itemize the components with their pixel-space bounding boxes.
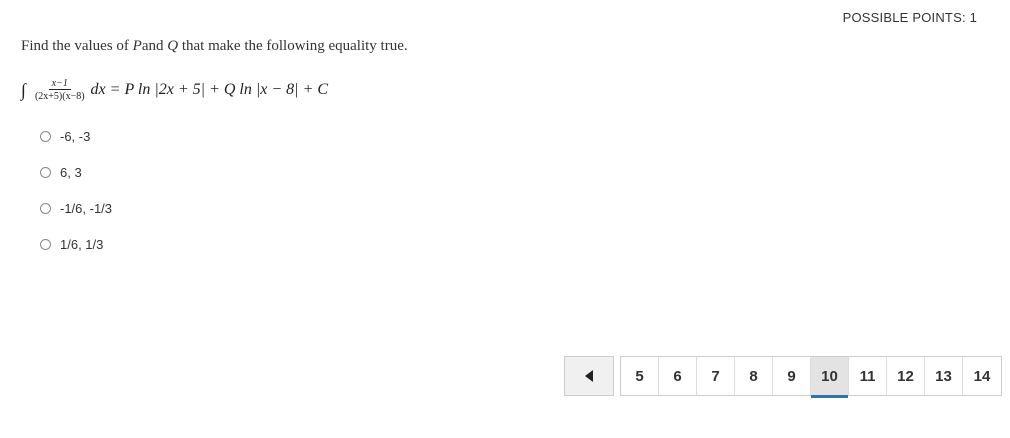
page-button[interactable]: 7 — [697, 357, 735, 395]
page-button-current[interactable]: 10 — [811, 357, 849, 398]
answer-option[interactable]: 1/6, 1/3 — [40, 234, 112, 254]
page-button[interactable]: 13 — [925, 357, 963, 395]
fraction-denominator: (2x+5)(x−8) — [34, 90, 85, 102]
answer-option[interactable]: -6, -3 — [40, 126, 112, 146]
page-button[interactable]: 5 — [621, 357, 659, 395]
question-mid: and — [141, 38, 168, 54]
answer-option[interactable]: -1/6, -1/3 — [40, 198, 112, 218]
page-list: 5 6 7 8 9 10 11 12 13 14 — [620, 356, 1002, 398]
answer-options: -6, -3 6, 3 -1/6, -1/3 1/6, 1/3 — [40, 126, 112, 270]
possible-points: POSSIBLE POINTS: 1 — [842, 10, 977, 25]
pagination: 5 6 7 8 9 10 11 12 13 14 — [564, 356, 1002, 398]
page-button[interactable]: 6 — [659, 357, 697, 395]
page-button[interactable]: 8 — [735, 357, 773, 395]
integral-sign: ∫ — [21, 79, 26, 100]
option-label: 6, 3 — [60, 164, 82, 180]
fraction: x−1 (2x+5)(x−8) — [34, 78, 86, 103]
radio-button[interactable] — [40, 238, 51, 250]
option-label: -1/6, -1/3 — [60, 200, 113, 216]
option-label: 1/6, 1/3 — [60, 236, 104, 252]
equation: ∫ x−1 (2x+5)(x−8) dx = P ln |2x + 5| + Q… — [21, 74, 328, 106]
radio-button[interactable] — [40, 130, 51, 142]
page-button[interactable]: 14 — [963, 357, 1001, 395]
page-button[interactable]: 11 — [849, 357, 887, 395]
answer-option[interactable]: 6, 3 — [40, 162, 112, 182]
question-text: Find the values of Pand Q that make the … — [21, 38, 408, 55]
equation-rhs: dx = P ln |2x + 5| + Q ln |x − 8| + C — [90, 81, 329, 98]
question-suffix: that make the following equality true. — [178, 38, 408, 54]
previous-button[interactable] — [564, 356, 614, 396]
option-label: -6, -3 — [60, 128, 91, 144]
page-button[interactable]: 9 — [773, 357, 811, 395]
fraction-numerator: x−1 — [48, 78, 71, 90]
radio-button[interactable] — [40, 202, 51, 214]
radio-button[interactable] — [40, 166, 51, 178]
question-prefix: Find the values of — [21, 38, 133, 54]
page-button[interactable]: 12 — [887, 357, 925, 395]
chevron-left-icon — [585, 370, 593, 382]
variable-p: P — [132, 38, 142, 54]
variable-q: Q — [167, 38, 179, 54]
